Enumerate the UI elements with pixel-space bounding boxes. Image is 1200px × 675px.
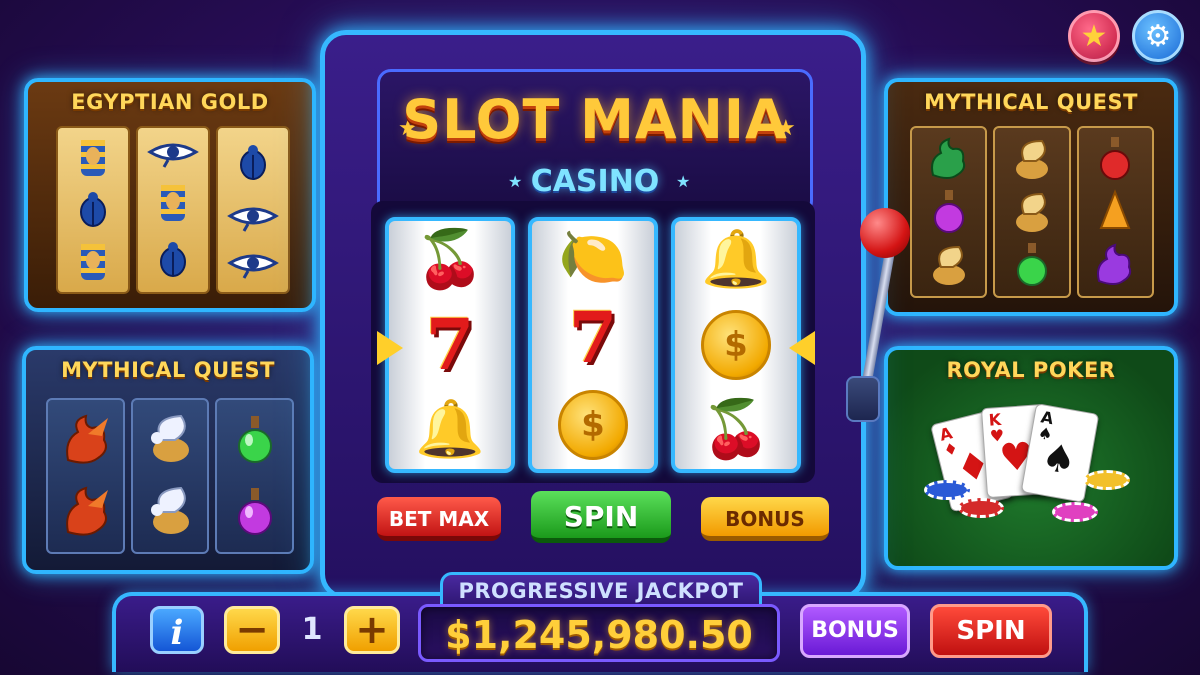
bet-max-button[interactable]: BET MAX (377, 497, 501, 541)
jackpot-value: $1,245,980.50 (445, 613, 753, 657)
increase-bet-button[interactable]: + (344, 606, 400, 654)
payline-arrow-left-icon (377, 331, 403, 365)
lever-base (846, 376, 880, 422)
info-button[interactable]: i (150, 606, 204, 654)
marquee: ★ ★ SLOT MANIA ★ ★ CASINO (377, 69, 813, 215)
reel-column (136, 126, 210, 294)
coin-icon: $ (701, 310, 771, 380)
jackpot-display: $1,245,980.50 (418, 604, 780, 662)
star-icon: ★ (1080, 18, 1108, 54)
jackpot-label: PROGRESSIVE JACKPOT (458, 579, 744, 603)
lemon-icon: 🍋 (558, 224, 628, 290)
spade-icon: ♠ (1038, 434, 1080, 484)
reel-1: 🍒 7 🔔 (385, 217, 515, 473)
gear-icon: ⚙ (1144, 18, 1172, 54)
griffin-icon (1015, 139, 1048, 179)
green-potion-icon (1016, 243, 1047, 287)
bell-icon: 🔔 (415, 397, 485, 462)
pharaoh-icon (81, 140, 105, 176)
payline-arrow-right-icon (789, 331, 815, 365)
bet-amount: 1 (301, 612, 323, 647)
favorite-button[interactable]: ★ (1068, 10, 1120, 62)
reel-grid (46, 398, 294, 554)
seven-symbol: 7 (425, 303, 475, 386)
decrease-bet-button[interactable]: − (224, 606, 280, 654)
reel-grid (56, 126, 290, 294)
reel-column (56, 126, 130, 294)
orange-potion-icon (1099, 189, 1131, 229)
griffin-icon (1015, 192, 1048, 232)
reel-column (215, 398, 294, 554)
scarab-icon (160, 241, 186, 277)
game-mythical-quest-left[interactable]: MYTHICAL QUEST (22, 346, 314, 574)
spin-button[interactable]: SPIN (531, 491, 671, 543)
game-subtitle: CASINO (530, 164, 660, 199)
pharaoh-icon (161, 184, 185, 221)
coin-icon: $ (558, 390, 628, 461)
pharaoh-icon (81, 244, 105, 280)
game-title: MYTHICAL QUEST (924, 90, 1138, 114)
purple-potion-icon (933, 189, 964, 233)
cherry-icon: 🍒 (415, 227, 485, 292)
dragon-icon (66, 414, 109, 464)
poker-chip (924, 480, 970, 500)
green-potion-icon (237, 416, 272, 463)
dragon-icon (930, 137, 965, 179)
reel-window: 🍒 7 🔔 🍋 7 $ 🔔 $ 🍒 (371, 201, 815, 483)
game-title: ROYAL POKER (946, 358, 1116, 382)
poker-chip (1052, 502, 1098, 522)
settings-button[interactable]: ⚙ (1132, 10, 1184, 62)
game-title: SLOT MANIA (402, 88, 788, 151)
reel-column (46, 398, 125, 554)
griffin-icon (932, 246, 965, 286)
game-title: EGYPTIAN GOLD (71, 90, 269, 114)
eye-of-horus-icon (147, 143, 199, 169)
cherry-icon: 🍒 (701, 397, 771, 462)
poker-chip (1084, 470, 1130, 490)
purple-potion-icon (237, 488, 272, 535)
griffin-icon (150, 486, 189, 534)
spin-button[interactable]: SPIN (930, 604, 1052, 658)
reel-column (216, 126, 290, 294)
reel-3: 🔔 $ 🍒 (671, 217, 801, 473)
bonus-button[interactable]: BONUS (800, 604, 910, 658)
bonus-button[interactable]: BONUS (701, 497, 829, 541)
reel-grid (910, 126, 1154, 298)
red-potion-icon (1100, 136, 1131, 180)
reel-2: 🍋 7 $ (528, 217, 658, 473)
game-egyptian-gold[interactable]: EGYPTIAN GOLD (24, 78, 316, 312)
jackpot-header: PROGRESSIVE JACKPOT (440, 572, 762, 606)
eye-of-horus-icon (227, 254, 279, 280)
seven-symbol: 7 (568, 295, 618, 379)
reel-column (910, 126, 988, 298)
game-mythical-quest-right[interactable]: MYTHICAL QUEST (884, 78, 1178, 316)
dragon-icon (66, 486, 109, 536)
reel-column (993, 126, 1071, 298)
purple-dragon-icon (1097, 243, 1132, 286)
lever-handle[interactable] (860, 208, 910, 258)
slot-machine: ★ ★ SLOT MANIA ★ ★ CASINO 🍒 7 🔔 🍋 7 $ 🔔 … (320, 30, 866, 600)
scarab-icon (240, 144, 266, 180)
game-title: MYTHICAL QUEST (61, 358, 275, 382)
game-royal-poker[interactable]: ROYAL POKER A ♦ ♦ K ♥ ♥ A ♠ ♠ (884, 346, 1178, 570)
scarab-icon (80, 192, 106, 227)
reel-column (1076, 126, 1154, 298)
griffin-icon (150, 414, 189, 462)
poker-chip (958, 498, 1004, 518)
reel-column (130, 398, 210, 554)
bell-icon: 🔔 (701, 227, 771, 292)
eye-of-horus-icon (227, 207, 279, 232)
